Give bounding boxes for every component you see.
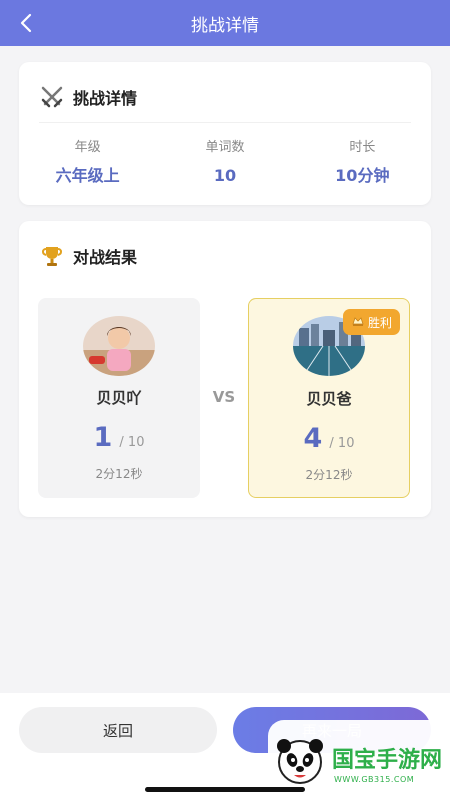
player-card-right: 胜利 贝贝爸 4 / 10 2分12秒 <box>248 298 410 498</box>
player-name: 贝贝爸 <box>306 390 352 408</box>
result-heading: 对战结果 <box>39 243 137 269</box>
result-title: 对战结果 <box>73 248 138 267</box>
score-total: / 10 <box>329 436 355 451</box>
stat-word-count: 单词数 10 <box>156 139 293 187</box>
return-button[interactable]: 返回 <box>19 707 217 753</box>
stats-row: 年级 六年级上 单词数 10 时长 10分钟 <box>19 139 431 187</box>
stat-label: 年级 <box>74 140 101 155</box>
stat-label: 时长 <box>349 140 376 155</box>
battle-result-card: 对战结果 贝贝吖 1 / 10 2分12秒 VS 胜利 贝贝爸 4 / 10 2… <box>19 221 431 517</box>
back-button[interactable] <box>14 11 38 35</box>
chevron-left-icon <box>20 13 32 33</box>
nav-header: 挑战详情 <box>0 0 450 46</box>
panda-logo-icon <box>277 739 323 784</box>
stat-value: 六年级上 <box>55 166 120 185</box>
vs-label: VS <box>212 388 236 406</box>
avatar <box>83 316 155 376</box>
stat-duration: 时长 10分钟 <box>294 139 431 187</box>
score-total: / 10 <box>119 435 145 450</box>
stat-value: 10分钟 <box>335 166 390 185</box>
winner-badge: 胜利 <box>342 309 400 335</box>
crossed-swords-icon <box>39 84 65 110</box>
stat-label: 单词数 <box>205 140 245 155</box>
player-time: 2分12秒 <box>95 467 143 481</box>
player-time: 2分12秒 <box>305 468 353 482</box>
stat-value: 10 <box>213 166 237 185</box>
home-indicator[interactable] <box>145 787 305 792</box>
score-value: 1 <box>93 422 113 453</box>
player-card-left: 贝贝吖 1 / 10 2分12秒 <box>38 298 200 498</box>
details-title: 挑战详情 <box>73 89 138 108</box>
trophy-icon <box>39 243 65 269</box>
player-score: 4 / 10 <box>249 423 409 454</box>
details-heading: 挑战详情 <box>39 84 137 110</box>
challenge-details-card: 挑战详情 年级 六年级上 单词数 10 时长 10分钟 <box>19 62 431 205</box>
player-name: 贝贝吖 <box>96 389 142 407</box>
medal-icon <box>351 314 365 331</box>
badge-label: 胜利 <box>367 315 392 330</box>
score-value: 4 <box>303 423 323 454</box>
player-score: 1 / 10 <box>38 422 200 453</box>
stat-grade: 年级 六年级上 <box>19 139 156 187</box>
divider <box>39 122 411 123</box>
watermark-text: 国宝手游网 <box>332 748 443 773</box>
page-title: 挑战详情 <box>191 15 259 36</box>
watermark-url: WWW.GB315.COM <box>334 775 415 784</box>
